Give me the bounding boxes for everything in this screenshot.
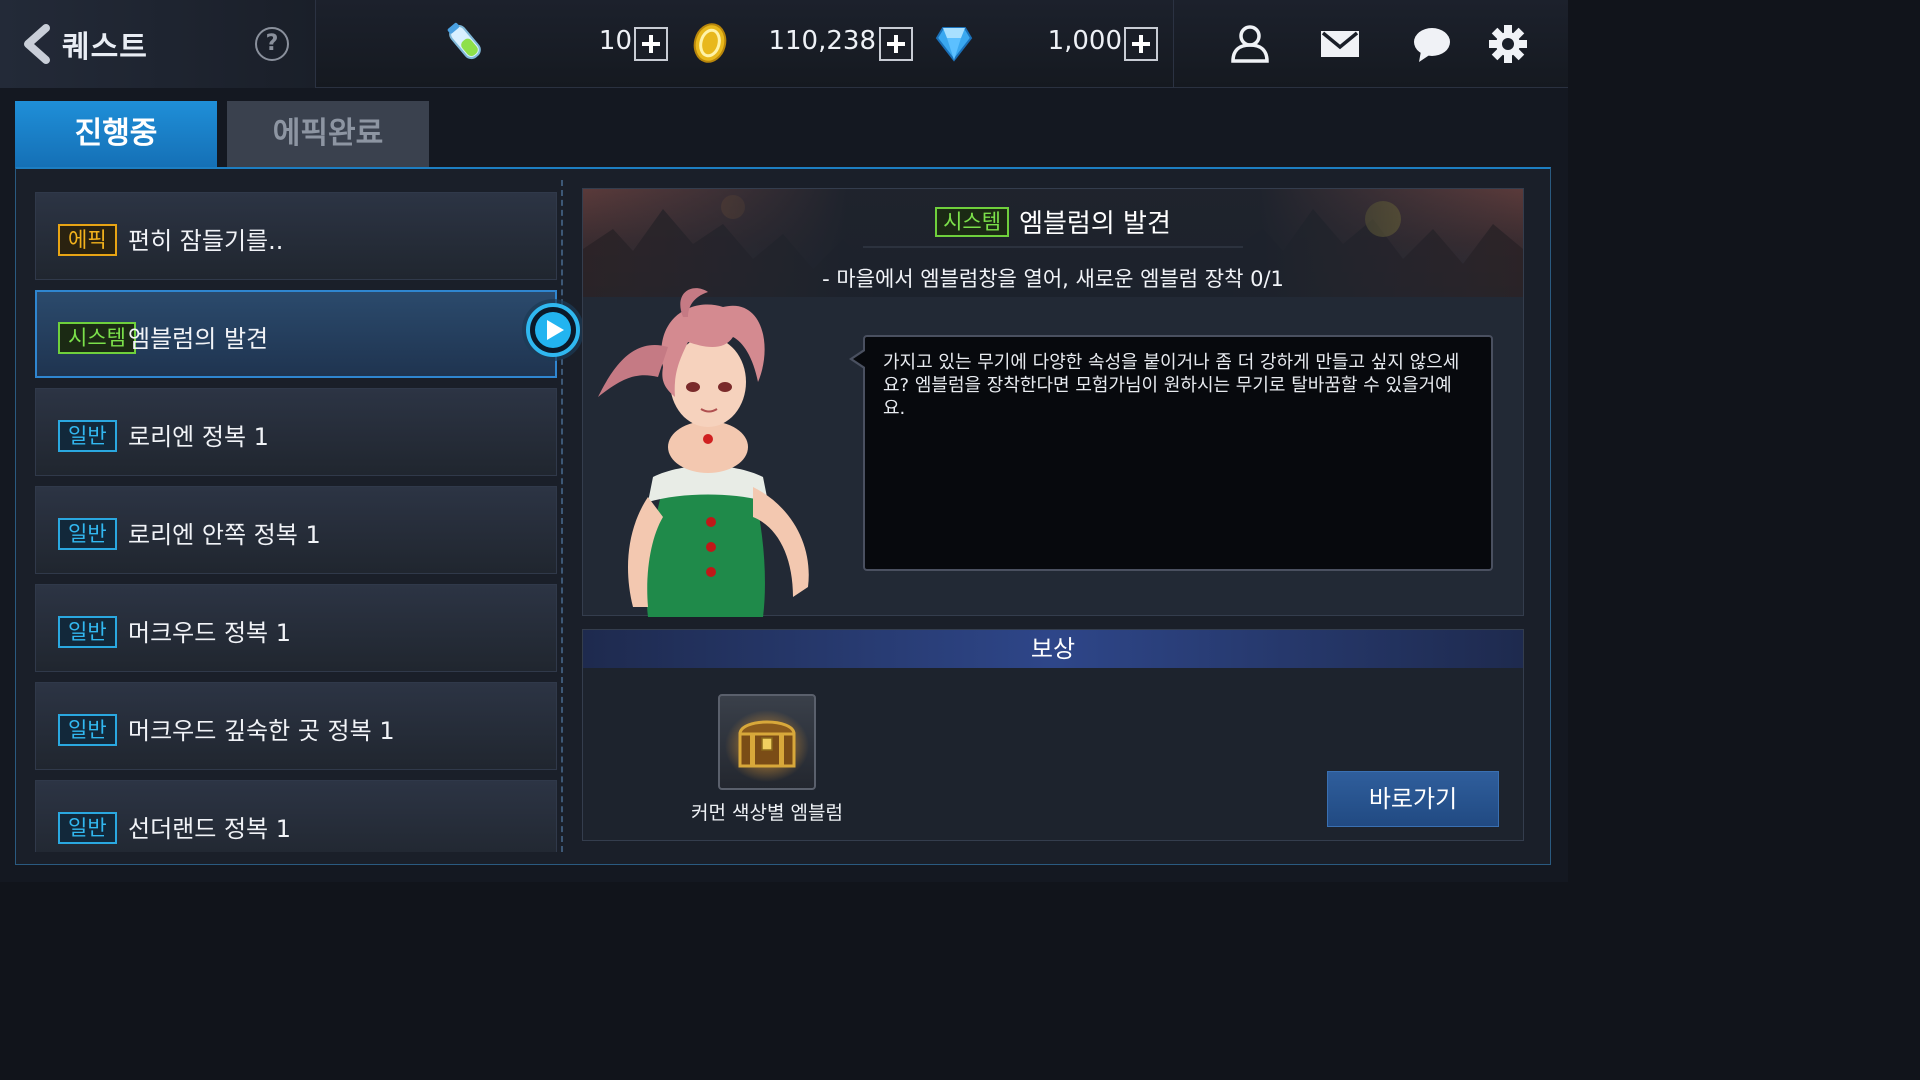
reward-header: 보상 <box>583 630 1523 668</box>
stamina-value: 10 <box>598 26 632 56</box>
quest-name: 머크우드 깊숙한 곳 정복 1 <box>128 717 395 745</box>
gem-value: 1,000 <box>1047 26 1122 56</box>
quest-item-selected[interactable]: 시스템 엠블럼의 발견 <box>35 290 557 378</box>
npc-portrait <box>598 288 809 617</box>
quest-item[interactable]: 에픽 편히 잠들기를.. <box>35 192 557 280</box>
quest-name: 엠블럼의 발견 <box>128 325 269 353</box>
quest-detail: 시스템 엠블럼의 발견 - 마을에서 엠블럼창을 열어, 새로운 엠블럼 장착 0… <box>582 188 1524 617</box>
detail-title-row: 시스템 엠블럼의 발견 <box>583 203 1523 240</box>
quest-name: 선더랜드 정복 1 <box>128 815 292 843</box>
mail-icon[interactable] <box>1319 24 1361 64</box>
page-title: 퀘스트 <box>62 30 148 65</box>
gold-value: 110,238 <box>768 26 876 56</box>
stamina-potion-icon <box>447 22 481 60</box>
add-stamina-button[interactable] <box>634 27 668 61</box>
back-arrow-icon[interactable] <box>20 24 54 64</box>
reward-section: 보상 커먼 색상별 엠블럼 바로가기 <box>582 629 1524 841</box>
quest-type-badge: 일반 <box>58 714 117 746</box>
reward-item-label: 커먼 색상별 엠블럼 <box>691 802 843 824</box>
tab-epic-completed[interactable]: 에픽완료 <box>227 101 429 167</box>
header-tools <box>1173 0 1568 88</box>
quest-name: 머크우드 정복 1 <box>128 619 292 647</box>
add-gem-button[interactable] <box>1124 27 1158 61</box>
chat-icon[interactable] <box>1411 24 1453 64</box>
blue-gem-icon <box>935 27 973 62</box>
quest-name: 로리엔 안쪽 정복 1 <box>128 521 321 549</box>
quest-item[interactable]: 일반 머크우드 정복 1 <box>35 584 557 672</box>
npc-dialogue: 가지고 있는 무기에 다양한 속성을 붙이거나 좀 더 강하게 만들고 싶지 않… <box>863 335 1493 571</box>
quest-type-badge: 시스템 <box>58 322 136 354</box>
play-icon[interactable] <box>520 297 586 363</box>
help-icon[interactable]: ? <box>255 27 289 61</box>
reward-item-slot[interactable] <box>718 694 816 790</box>
header-title-area: 퀘스트 ? <box>0 0 316 88</box>
quest-type-badge: 일반 <box>58 616 117 648</box>
list-divider <box>561 180 563 852</box>
top-bar: 퀘스트 ? 10 110,238 1,000 <box>0 0 1568 88</box>
quest-item[interactable]: 일반 로리엔 정복 1 <box>35 388 557 476</box>
add-gold-button[interactable] <box>879 27 913 61</box>
gold-coin-icon <box>693 23 727 63</box>
quest-screen: 퀘스트 ? 10 110,238 1,000 진행중 에픽완료 에픽 편히 잠들… <box>0 0 1568 882</box>
friends-icon[interactable] <box>1229 24 1271 64</box>
quest-item[interactable]: 일반 선더랜드 정복 1 <box>35 780 557 852</box>
quest-type-badge: 일반 <box>58 518 117 550</box>
goto-button[interactable]: 바로가기 <box>1327 771 1499 827</box>
quest-type-badge: 일반 <box>58 812 117 844</box>
quest-item[interactable]: 일반 로리엔 안쪽 정복 1 <box>35 486 557 574</box>
quest-list[interactable]: 에픽 편히 잠들기를.. 시스템 엠블럼의 발견 일반 로리엔 정복 1 일반 … <box>35 192 557 852</box>
detail-type-badge: 시스템 <box>935 207 1010 237</box>
tab-in-progress[interactable]: 진행중 <box>15 101 217 167</box>
detail-title: 엠블럼의 발견 <box>1019 209 1171 239</box>
quest-name: 편히 잠들기를.. <box>128 227 284 255</box>
speech-tail-inner <box>853 351 865 367</box>
treasure-chest-icon <box>725 710 809 782</box>
quest-name: 로리엔 정복 1 <box>128 423 269 451</box>
quest-type-badge: 에픽 <box>58 224 117 256</box>
quest-item[interactable]: 일반 머크우드 깊숙한 곳 정복 1 <box>35 682 557 770</box>
quest-type-badge: 일반 <box>58 420 117 452</box>
settings-icon[interactable] <box>1487 24 1529 64</box>
